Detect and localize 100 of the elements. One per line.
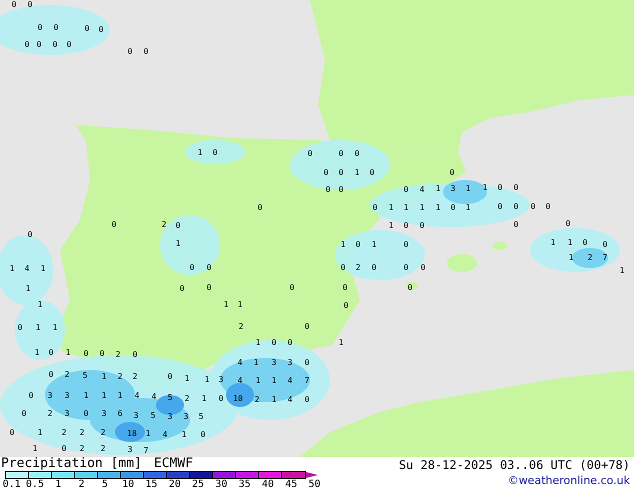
precipitation-value: 1 (184, 375, 190, 383)
precipitation-value: 1 (388, 222, 394, 230)
precipitation-value: 1 (182, 431, 186, 439)
scale-tick-label: 50 (307, 479, 322, 490)
precipitation-value: 1 (354, 169, 360, 177)
precipitation-value: 0 (38, 24, 42, 32)
precipitation-value: 0 (530, 203, 536, 211)
precipitation-value: 1 (256, 339, 260, 347)
precipitation-value: 1 (38, 429, 42, 437)
precipitation-value: 1 (146, 430, 150, 438)
precipitation-value: 4 (24, 265, 30, 273)
precipitation-value: 1 (66, 349, 70, 357)
precipitation-value: 1 (32, 445, 38, 453)
precipitation-value: 0 (200, 431, 206, 439)
precipitation-value: 2 (238, 323, 244, 331)
precipitation-value: 1 (34, 349, 40, 357)
precipitation-value: 3 (168, 413, 172, 421)
precipitation-value: 3 (48, 392, 52, 400)
precipitation-value: 1 (118, 392, 122, 400)
precipitation-value: 0 (28, 392, 34, 400)
precipitation-value: 4 (134, 392, 140, 400)
precipitation-value: 10 (233, 395, 243, 403)
precipitation-value: 0 (304, 323, 310, 331)
precipitation-value: 7 (304, 377, 310, 385)
scale-arrow-icon (306, 471, 318, 479)
precipitation-value: 2 (48, 410, 52, 418)
precipitation-value: 0 (52, 41, 58, 49)
precipitation-value: 0 (84, 25, 90, 33)
precipitation-value: 0 (404, 241, 408, 249)
precipitation-value: 4 (162, 431, 168, 439)
precipitation-value: 1 (10, 265, 14, 273)
scale-tick-label: 1 (54, 479, 62, 490)
precipitation-value: 1 (224, 301, 228, 309)
precipitation-value: 1 (52, 324, 58, 332)
scale-tick-label: 2 (78, 479, 86, 490)
precipitation-value: 0 (258, 204, 262, 212)
precipitation-value: 1 (204, 376, 210, 384)
scale-tick-label: 15 (144, 479, 158, 490)
precipitation-value: 1 (176, 240, 180, 248)
precipitation-value: 2 (118, 373, 122, 381)
precipitation-value: 0 (372, 204, 378, 212)
precipitation-value: 1 (84, 392, 88, 400)
precipitation-value: 1 (238, 301, 242, 309)
precipitation-value: 2 (62, 429, 66, 437)
precipitation-value: 5 (198, 413, 204, 421)
precipitation-value: 2 (588, 254, 592, 262)
legend-title: Precipitation [mm] (1, 457, 142, 471)
precipitation-value: 2 (80, 445, 84, 453)
precipitation-value: 0 (128, 48, 132, 56)
precipitation-value: 0 (420, 264, 426, 272)
precipitation-value: 1 (550, 239, 556, 247)
precipitation-value: 0 (54, 24, 58, 32)
precipitation-value: 0 (36, 41, 42, 49)
precipitation-value: 0 (498, 184, 502, 192)
precipitation-value: 4 (288, 377, 292, 385)
precipitation-value: 0 (22, 410, 26, 418)
precipitation-value: 2 (254, 396, 260, 404)
precipitation-value: 3 (64, 410, 70, 418)
precipitation-value: 0 (24, 41, 30, 49)
precipitation-value: 0 (84, 350, 88, 358)
precipitation-value: 4 (420, 186, 424, 194)
precipitation-value: 0 (18, 324, 22, 332)
credit-link[interactable]: ©weatheronline.co.uk (508, 473, 630, 488)
precipitation-value: 0 (324, 169, 328, 177)
precipitation-value: 0 (420, 222, 424, 230)
precipitation-value: 0 (62, 445, 66, 453)
precipitation-value: 3 (134, 412, 138, 420)
precipitation-value: 5 (168, 394, 172, 402)
precipitation-value: 0 (338, 186, 344, 194)
precipitation-value: 0 (304, 396, 310, 404)
precipitation-value: 2 (64, 371, 70, 379)
precipitation-value: 0 (218, 395, 224, 403)
precipitation-value: 0 (498, 203, 502, 211)
precipitation-value: 1 (36, 324, 40, 332)
precipitation-value: 0 (304, 359, 310, 367)
precipitation-value: 0 (450, 169, 454, 177)
precipitation-value: 0 (404, 222, 408, 230)
precipitation-value: 1 (466, 204, 470, 212)
precipitation-value: 0 (48, 349, 54, 357)
precipitation-value: 1 (254, 359, 258, 367)
scale-tick-label: 0.5 (24, 479, 45, 490)
precipitation-value: 1 (420, 204, 424, 212)
precipitation-value: 4 (238, 359, 242, 367)
precipitation-value: 2 (100, 429, 106, 437)
precipitation-value: 1 (568, 239, 572, 247)
scale-tick-label: 30 (214, 479, 228, 490)
precipitation-value: 1 (272, 377, 276, 385)
precipitation-value: 1 (338, 339, 344, 347)
precipitation-value: 1 (272, 396, 276, 404)
precipitation-value: 0 (338, 169, 344, 177)
precipitation-value: 0 (290, 284, 294, 292)
scale-tick-label: 45 (284, 479, 298, 490)
precipitation-value: 0 (168, 373, 172, 381)
precipitation-value: 0 (354, 150, 360, 158)
precipitation-value: 1 (388, 204, 394, 212)
precipitation-value: 0 (12, 1, 16, 9)
precipitation-value: 1 (568, 254, 574, 262)
precipitation-value: 5 (82, 372, 88, 380)
precipitation-value: 0 (28, 231, 32, 239)
scale-tick-label: 35 (238, 479, 252, 490)
